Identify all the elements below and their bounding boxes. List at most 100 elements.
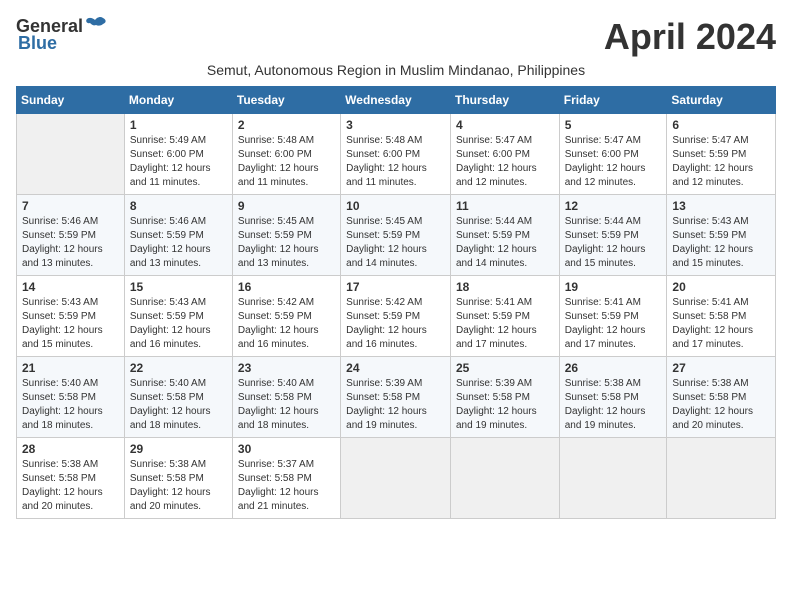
calendar-day-cell: 21 Sunrise: 5:40 AM Sunset: 5:58 PM Dayli… <box>17 357 125 438</box>
day-number: 11 <box>456 199 554 213</box>
calendar-day-cell <box>559 438 667 519</box>
day-number: 27 <box>672 361 770 375</box>
day-number: 3 <box>346 118 445 132</box>
calendar-day-cell: 24 Sunrise: 5:39 AM Sunset: 5:58 PM Dayli… <box>341 357 451 438</box>
calendar-day-cell <box>17 114 125 195</box>
calendar-day-cell: 15 Sunrise: 5:43 AM Sunset: 5:59 PM Dayli… <box>124 276 232 357</box>
day-number: 30 <box>238 442 335 456</box>
day-info: Sunrise: 5:37 AM Sunset: 5:58 PM Dayligh… <box>238 458 335 514</box>
calendar-day-cell: 27 Sunrise: 5:38 AM Sunset: 5:58 PM Dayli… <box>667 357 776 438</box>
calendar-week-row: 1 Sunrise: 5:49 AM Sunset: 6:00 PM Daylig… <box>17 114 776 195</box>
day-number: 1 <box>130 118 227 132</box>
day-info: Sunrise: 5:47 AM Sunset: 6:00 PM Dayligh… <box>456 134 554 190</box>
calendar-day-cell: 4Sunrise: 5:47 AM Sunset: 6:00 PM Daylig… <box>450 114 559 195</box>
day-info: Sunrise: 5:48 AM Sunset: 6:00 PM Dayligh… <box>238 134 335 190</box>
calendar-day-cell: 14 Sunrise: 5:43 AM Sunset: 5:59 PM Dayli… <box>17 276 125 357</box>
day-info: Sunrise: 5:45 AM Sunset: 5:59 PM Dayligh… <box>238 215 335 271</box>
day-number: 9 <box>238 199 335 213</box>
day-number: 15 <box>130 280 227 294</box>
day-number: 28 <box>22 442 119 456</box>
day-info: Sunrise: 5:47 AM Sunset: 5:59 PM Dayligh… <box>672 134 770 190</box>
calendar-day-cell: 30 Sunrise: 5:37 AM Sunset: 5:58 PM Dayli… <box>232 438 340 519</box>
calendar-week-row: 28 Sunrise: 5:38 AM Sunset: 5:58 PM Dayli… <box>17 438 776 519</box>
day-number: 24 <box>346 361 445 375</box>
calendar-day-header: Wednesday <box>341 87 451 114</box>
month-title: April 2024 <box>604 16 776 58</box>
day-number: 29 <box>130 442 227 456</box>
calendar-day-cell: 2 Sunrise: 5:48 AM Sunset: 6:00 PM Daylig… <box>232 114 340 195</box>
calendar-day-header: Saturday <box>667 87 776 114</box>
calendar-day-cell: 8 Sunrise: 5:46 AM Sunset: 5:59 PM Daylig… <box>124 195 232 276</box>
day-info: Sunrise: 5:43 AM Sunset: 5:59 PM Dayligh… <box>130 296 227 352</box>
day-number: 21 <box>22 361 119 375</box>
day-info: Sunrise: 5:43 AM Sunset: 5:59 PM Dayligh… <box>22 296 119 352</box>
calendar-day-header: Sunday <box>17 87 125 114</box>
calendar-day-cell: 22 Sunrise: 5:40 AM Sunset: 5:58 PM Dayli… <box>124 357 232 438</box>
day-info: Sunrise: 5:46 AM Sunset: 5:59 PM Dayligh… <box>22 215 119 271</box>
day-number: 10 <box>346 199 445 213</box>
calendar-day-cell <box>341 438 451 519</box>
calendar-day-cell: 16 Sunrise: 5:42 AM Sunset: 5:59 PM Dayli… <box>232 276 340 357</box>
day-info: Sunrise: 5:40 AM Sunset: 5:58 PM Dayligh… <box>238 377 335 433</box>
day-info: Sunrise: 5:42 AM Sunset: 5:59 PM Dayligh… <box>346 296 445 352</box>
calendar-day-cell: 23 Sunrise: 5:40 AM Sunset: 5:58 PM Dayli… <box>232 357 340 438</box>
day-number: 13 <box>672 199 770 213</box>
calendar-week-row: 14 Sunrise: 5:43 AM Sunset: 5:59 PM Dayli… <box>17 276 776 357</box>
calendar-day-cell: 10 Sunrise: 5:45 AM Sunset: 5:59 PM Dayli… <box>341 195 451 276</box>
calendar-day-cell: 5Sunrise: 5:47 AM Sunset: 6:00 PM Daylig… <box>559 114 667 195</box>
calendar-day-cell: 12 Sunrise: 5:44 AM Sunset: 5:59 PM Dayli… <box>559 195 667 276</box>
calendar-day-cell: 20Sunrise: 5:41 AM Sunset: 5:58 PM Dayli… <box>667 276 776 357</box>
day-number: 17 <box>346 280 445 294</box>
day-info: Sunrise: 5:38 AM Sunset: 5:58 PM Dayligh… <box>22 458 119 514</box>
day-number: 6 <box>672 118 770 132</box>
day-info: Sunrise: 5:49 AM Sunset: 6:00 PM Dayligh… <box>130 134 227 190</box>
calendar-day-cell <box>450 438 559 519</box>
calendar-day-header: Friday <box>559 87 667 114</box>
day-number: 16 <box>238 280 335 294</box>
day-info: Sunrise: 5:39 AM Sunset: 5:58 PM Dayligh… <box>346 377 445 433</box>
day-info: Sunrise: 5:46 AM Sunset: 5:59 PM Dayligh… <box>130 215 227 271</box>
calendar-day-cell: 6 Sunrise: 5:47 AM Sunset: 5:59 PM Daylig… <box>667 114 776 195</box>
calendar-table: SundayMondayTuesdayWednesdayThursdayFrid… <box>16 86 776 519</box>
day-number: 23 <box>238 361 335 375</box>
day-info: Sunrise: 5:41 AM Sunset: 5:59 PM Dayligh… <box>456 296 554 352</box>
calendar-day-header: Monday <box>124 87 232 114</box>
day-info: Sunrise: 5:41 AM Sunset: 5:59 PM Dayligh… <box>565 296 662 352</box>
calendar-day-cell: 17 Sunrise: 5:42 AM Sunset: 5:59 PM Dayli… <box>341 276 451 357</box>
day-info: Sunrise: 5:38 AM Sunset: 5:58 PM Dayligh… <box>565 377 662 433</box>
day-number: 8 <box>130 199 227 213</box>
calendar-day-cell: 25 Sunrise: 5:39 AM Sunset: 5:58 PM Dayli… <box>450 357 559 438</box>
day-number: 19 <box>565 280 662 294</box>
day-number: 12 <box>565 199 662 213</box>
day-number: 25 <box>456 361 554 375</box>
day-info: Sunrise: 5:45 AM Sunset: 5:59 PM Dayligh… <box>346 215 445 271</box>
day-number: 26 <box>565 361 662 375</box>
day-number: 2 <box>238 118 335 132</box>
calendar-week-row: 21 Sunrise: 5:40 AM Sunset: 5:58 PM Dayli… <box>17 357 776 438</box>
day-info: Sunrise: 5:40 AM Sunset: 5:58 PM Dayligh… <box>130 377 227 433</box>
day-info: Sunrise: 5:39 AM Sunset: 5:58 PM Dayligh… <box>456 377 554 433</box>
day-info: Sunrise: 5:38 AM Sunset: 5:58 PM Dayligh… <box>130 458 227 514</box>
calendar-subtitle: Semut, Autonomous Region in Muslim Minda… <box>16 62 776 78</box>
page-header: General Blue April 2024 <box>16 16 776 58</box>
calendar-day-header: Thursday <box>450 87 559 114</box>
day-number: 20 <box>672 280 770 294</box>
day-info: Sunrise: 5:40 AM Sunset: 5:58 PM Dayligh… <box>22 377 119 433</box>
day-info: Sunrise: 5:47 AM Sunset: 6:00 PM Dayligh… <box>565 134 662 190</box>
calendar-day-cell: 29 Sunrise: 5:38 AM Sunset: 5:58 PM Dayli… <box>124 438 232 519</box>
calendar-header-row: SundayMondayTuesdayWednesdayThursdayFrid… <box>17 87 776 114</box>
calendar-day-cell: 3Sunrise: 5:48 AM Sunset: 6:00 PM Daylig… <box>341 114 451 195</box>
day-info: Sunrise: 5:43 AM Sunset: 5:59 PM Dayligh… <box>672 215 770 271</box>
logo-blue-text: Blue <box>18 33 57 54</box>
calendar-day-cell: 1 Sunrise: 5:49 AM Sunset: 6:00 PM Daylig… <box>124 114 232 195</box>
day-info: Sunrise: 5:42 AM Sunset: 5:59 PM Dayligh… <box>238 296 335 352</box>
calendar-day-cell: 26 Sunrise: 5:38 AM Sunset: 5:58 PM Dayli… <box>559 357 667 438</box>
logo: General Blue <box>16 16 107 54</box>
calendar-day-cell: 9 Sunrise: 5:45 AM Sunset: 5:59 PM Daylig… <box>232 195 340 276</box>
day-number: 22 <box>130 361 227 375</box>
logo-bird-icon <box>85 16 107 34</box>
day-info: Sunrise: 5:44 AM Sunset: 5:59 PM Dayligh… <box>565 215 662 271</box>
day-info: Sunrise: 5:38 AM Sunset: 5:58 PM Dayligh… <box>672 377 770 433</box>
calendar-week-row: 7Sunrise: 5:46 AM Sunset: 5:59 PM Daylig… <box>17 195 776 276</box>
day-number: 14 <box>22 280 119 294</box>
